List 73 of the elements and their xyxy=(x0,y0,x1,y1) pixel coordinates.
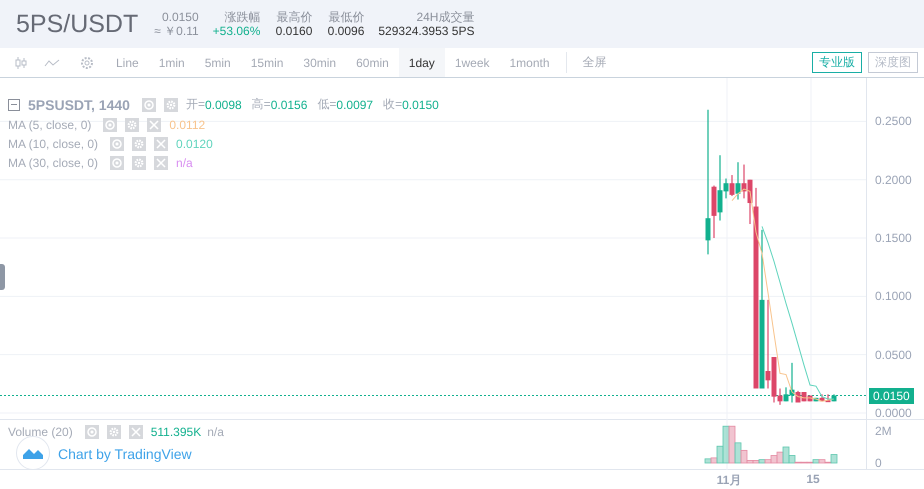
candlestick-icon[interactable] xyxy=(14,56,28,70)
ohlc-label: 低= xyxy=(317,96,336,113)
stat-label: 涨跌幅 xyxy=(224,10,260,24)
ohlc-value: 0.0156 xyxy=(270,98,308,112)
time-axis-label: 15 xyxy=(806,472,820,486)
ohlc-label: 收= xyxy=(383,96,402,113)
ohlc-value: 0.0150 xyxy=(402,98,439,112)
indicator-value: n/a xyxy=(176,156,193,170)
interval-tab[interactable]: 1day xyxy=(398,48,445,77)
close-icon[interactable] xyxy=(128,425,143,439)
settings-icon[interactable] xyxy=(132,137,146,151)
price-cny: ≈ ￥0.11 xyxy=(154,24,199,38)
last-price-badge: 0.0150 xyxy=(869,388,914,404)
price-axis-label: 0.0500 xyxy=(875,348,912,362)
eye-icon[interactable] xyxy=(110,156,124,170)
volume-value: 511.395K xyxy=(150,425,202,439)
price-axis-label: 0.2000 xyxy=(875,172,912,187)
stat-value: 0.0096 xyxy=(328,24,364,38)
view-toggle[interactable]: 深度图 xyxy=(868,52,918,73)
eye-icon[interactable] xyxy=(84,425,99,439)
ohlc-value: 0.0097 xyxy=(336,98,374,112)
settings-icon[interactable] xyxy=(125,118,140,132)
stat-label: 24H成交量 xyxy=(416,10,474,24)
chart-title: 5PSUSDT, 1440 xyxy=(28,96,130,112)
settings-icon[interactable] xyxy=(106,425,121,439)
interval-tab[interactable]: 1week xyxy=(444,48,500,77)
price-axis-label: 0.1500 xyxy=(875,231,912,246)
eye-icon[interactable] xyxy=(103,118,118,132)
price-axis-label: 0.2500 xyxy=(875,114,912,128)
volume-axis-label: 0 xyxy=(875,456,882,470)
close-icon[interactable] xyxy=(154,137,168,151)
time-axis-label: 11月 xyxy=(716,472,742,489)
fullscreen-button[interactable]: 全屏 xyxy=(572,48,617,77)
stat-label: 最高价 xyxy=(276,10,312,24)
line-chart-icon[interactable] xyxy=(44,58,60,68)
close-icon[interactable] xyxy=(147,118,162,132)
interval-tab[interactable]: 5min xyxy=(194,48,241,77)
interval-tab[interactable]: 15min xyxy=(240,48,294,77)
indicator-value: 0.0112 xyxy=(169,118,206,132)
stat-label: 最低价 xyxy=(328,10,364,24)
close-icon[interactable] xyxy=(154,156,168,170)
volume-ma-value: n/a xyxy=(207,425,224,439)
last-price: 0.0150 xyxy=(162,10,199,24)
settings-icon[interactable] xyxy=(132,156,146,170)
stat-value: +53.06% xyxy=(212,24,260,38)
eye-icon[interactable] xyxy=(142,98,156,112)
interval-tab[interactable]: 30min xyxy=(293,48,346,77)
scroll-handle[interactable] xyxy=(0,264,5,290)
interval-tab[interactable]: 1month xyxy=(500,48,560,77)
collapse-icon[interactable] xyxy=(8,98,20,110)
stat-value: 0.0160 xyxy=(276,24,312,38)
view-toggle[interactable]: 专业版 xyxy=(812,52,862,73)
ohlc-label: 高= xyxy=(252,96,271,113)
cloud-logo-icon xyxy=(22,446,44,460)
settings-icon[interactable] xyxy=(164,98,178,112)
volume-name: Volume (20) xyxy=(8,425,73,439)
price-axis-label: 0.0000 xyxy=(875,406,912,420)
settings-icon[interactable] xyxy=(80,56,94,70)
ohlc-value: 0.0098 xyxy=(204,98,242,112)
indicator-name: MA (10, close, 0) xyxy=(8,137,98,151)
stat-value: 529324.3953 5PS xyxy=(378,24,474,38)
pair-symbol: 5PS/USDT xyxy=(16,10,138,38)
price-axis-label: 0.1000 xyxy=(875,289,912,304)
interval-tab[interactable]: 1min xyxy=(148,48,195,77)
interval-tab[interactable]: Line xyxy=(106,48,149,77)
interval-tab[interactable]: 60min xyxy=(346,48,399,77)
attribution-link[interactable]: Chart by TradingView xyxy=(58,446,192,462)
volume-axis-label: 2M xyxy=(875,424,892,438)
indicator-value: 0.0120 xyxy=(176,137,213,151)
ohlc-label: 开= xyxy=(186,96,205,113)
eye-icon[interactable] xyxy=(110,137,124,151)
indicator-name: MA (30, close, 0) xyxy=(8,156,98,170)
indicator-name: MA (5, close, 0) xyxy=(8,118,92,132)
